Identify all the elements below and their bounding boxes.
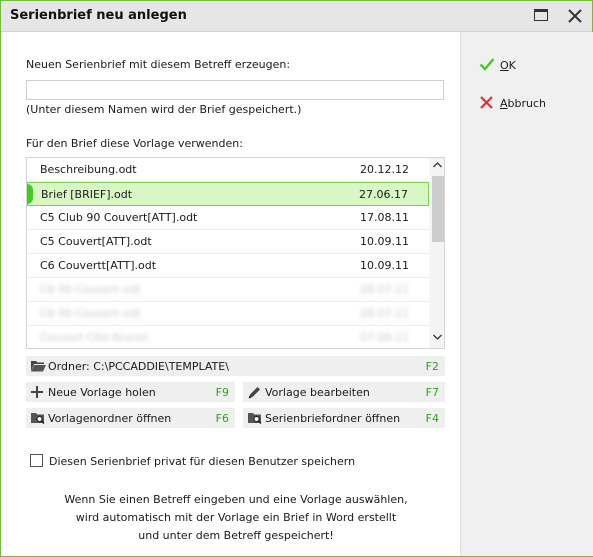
template-label: Für den Brief diese Vorlage verwenden:	[26, 137, 243, 150]
scrollbar-thumb[interactable]	[432, 176, 444, 242]
pencil-icon	[248, 387, 260, 399]
open-letter-folder-label: Serienbriefordner öffnen	[265, 412, 401, 425]
template-date: 10.09.11	[360, 259, 409, 272]
template-list[interactable]: Beschreibung.odt 20.12.12 Brief [BRIEF].…	[26, 157, 445, 349]
new-template-button[interactable]: Neue Vorlage holen F9	[26, 382, 235, 402]
folder-path: Ordner: C:\PCCADDIE\TEMPLATE\	[48, 360, 229, 373]
open-template-folder-button[interactable]: Vorlagenordner öffnen F6	[26, 408, 235, 428]
list-scrollbar[interactable]	[429, 158, 444, 348]
template-date: 28.07.11	[360, 283, 409, 296]
info-text: Wenn Sie einen Betreff eingeben und eine…	[26, 491, 446, 545]
template-name: C6 Couvertt[ATT].odt	[40, 259, 157, 272]
private-checkbox[interactable]	[30, 454, 43, 467]
list-item[interactable]: C6 Couvertt[ATT].odt 10.09.11	[27, 254, 429, 278]
private-checkbox-label[interactable]: Diesen Serienbrief privat für diesen Ben…	[49, 455, 355, 468]
new-template-shortcut: F9	[215, 386, 229, 399]
template-name: Beschreibung.odt	[40, 163, 137, 176]
folder-open-icon	[31, 361, 46, 372]
plus-icon	[31, 386, 43, 398]
maximize-icon	[534, 9, 548, 21]
subject-hint: (Unter diesem Namen wird der Brief gespe…	[26, 103, 302, 116]
info-line: wird automatisch mit der Vorlage ein Bri…	[75, 511, 397, 524]
folder-search-icon	[31, 413, 45, 425]
checkmark-icon	[479, 58, 495, 71]
template-name: C5 Couvert[ATT].odt	[40, 235, 152, 248]
info-line: Wenn Sie einen Betreff eingeben und eine…	[64, 493, 408, 506]
list-item-selected[interactable]: Brief [BRIEF].odt 27.06.17	[27, 182, 429, 206]
template-name: Brief [BRIEF].odt	[41, 188, 133, 201]
template-name: C5 Club 90 Couvert[ATT].odt	[40, 211, 198, 224]
selection-marker	[27, 184, 33, 204]
close-icon	[568, 9, 582, 23]
list-item[interactable]: C6 90 Couvert.odt 28.07.11	[27, 278, 429, 302]
edit-template-label: Vorlage bearbeiten	[265, 386, 370, 399]
edit-template-button[interactable]: Vorlage bearbeiten F7	[243, 382, 445, 402]
template-name: C6 90 Couvert.odt	[40, 307, 141, 320]
cancel-label: Abbruch	[500, 97, 547, 110]
folder-bar[interactable]: Ordner: C:\PCCADDIE\TEMPLATE\ F2	[26, 356, 445, 376]
list-item[interactable]: C5 Club 90 Couvert[ATT].odt 17.08.11	[27, 206, 429, 230]
list-item[interactable]: C6 90 Couvert.odt 28.07.11	[27, 302, 429, 326]
template-date: 27.06.17	[359, 188, 408, 201]
new-template-label: Neue Vorlage holen	[48, 386, 156, 399]
template-date: 10.09.11	[360, 235, 409, 248]
action-panel: OK Abbruch	[460, 32, 593, 556]
maximize-button[interactable]	[531, 6, 553, 26]
template-date: 17.08.11	[360, 211, 409, 224]
open-template-folder-label: Vorlagenordner öffnen	[48, 412, 172, 425]
template-date: 28.07.11	[360, 307, 409, 320]
folder-search-icon	[248, 413, 262, 425]
chevron-down-icon[interactable]	[433, 334, 442, 340]
open-template-folder-shortcut: F6	[215, 412, 229, 425]
open-letter-folder-shortcut: F4	[425, 412, 439, 425]
chevron-up-icon[interactable]	[433, 162, 442, 168]
folder-shortcut: F2	[425, 360, 439, 373]
window-title: Serienbrief neu anlegen	[10, 8, 187, 23]
cancel-x-icon	[480, 96, 493, 109]
close-button[interactable]	[564, 6, 586, 26]
open-letter-folder-button[interactable]: Serienbriefordner öffnen F4	[243, 408, 445, 428]
ok-label: OK	[500, 59, 516, 72]
edit-template-shortcut: F7	[425, 386, 439, 399]
template-date: 20.12.12	[360, 163, 409, 176]
template-name: C6 90 Couvert.odt	[40, 283, 141, 296]
info-line: und unter dem Betreff gespeichert!	[138, 529, 334, 542]
template-name: Couvert C6d Brunst	[40, 331, 149, 344]
list-item[interactable]: Beschreibung.odt 20.12.12	[27, 158, 429, 182]
template-date: 07.09.11	[360, 331, 409, 344]
subject-label: Neuen Serienbrief mit diesem Betreff erz…	[26, 58, 291, 71]
dialog-window: Serienbrief neu anlegen Neuen Serienbrie…	[0, 0, 593, 557]
title-bar: Serienbrief neu anlegen	[1, 1, 592, 32]
list-item[interactable]: Couvert C6d Brunst 07.09.11	[27, 326, 429, 348]
subject-input[interactable]	[26, 80, 444, 100]
list-item[interactable]: C5 Couvert[ATT].odt 10.09.11	[27, 230, 429, 254]
